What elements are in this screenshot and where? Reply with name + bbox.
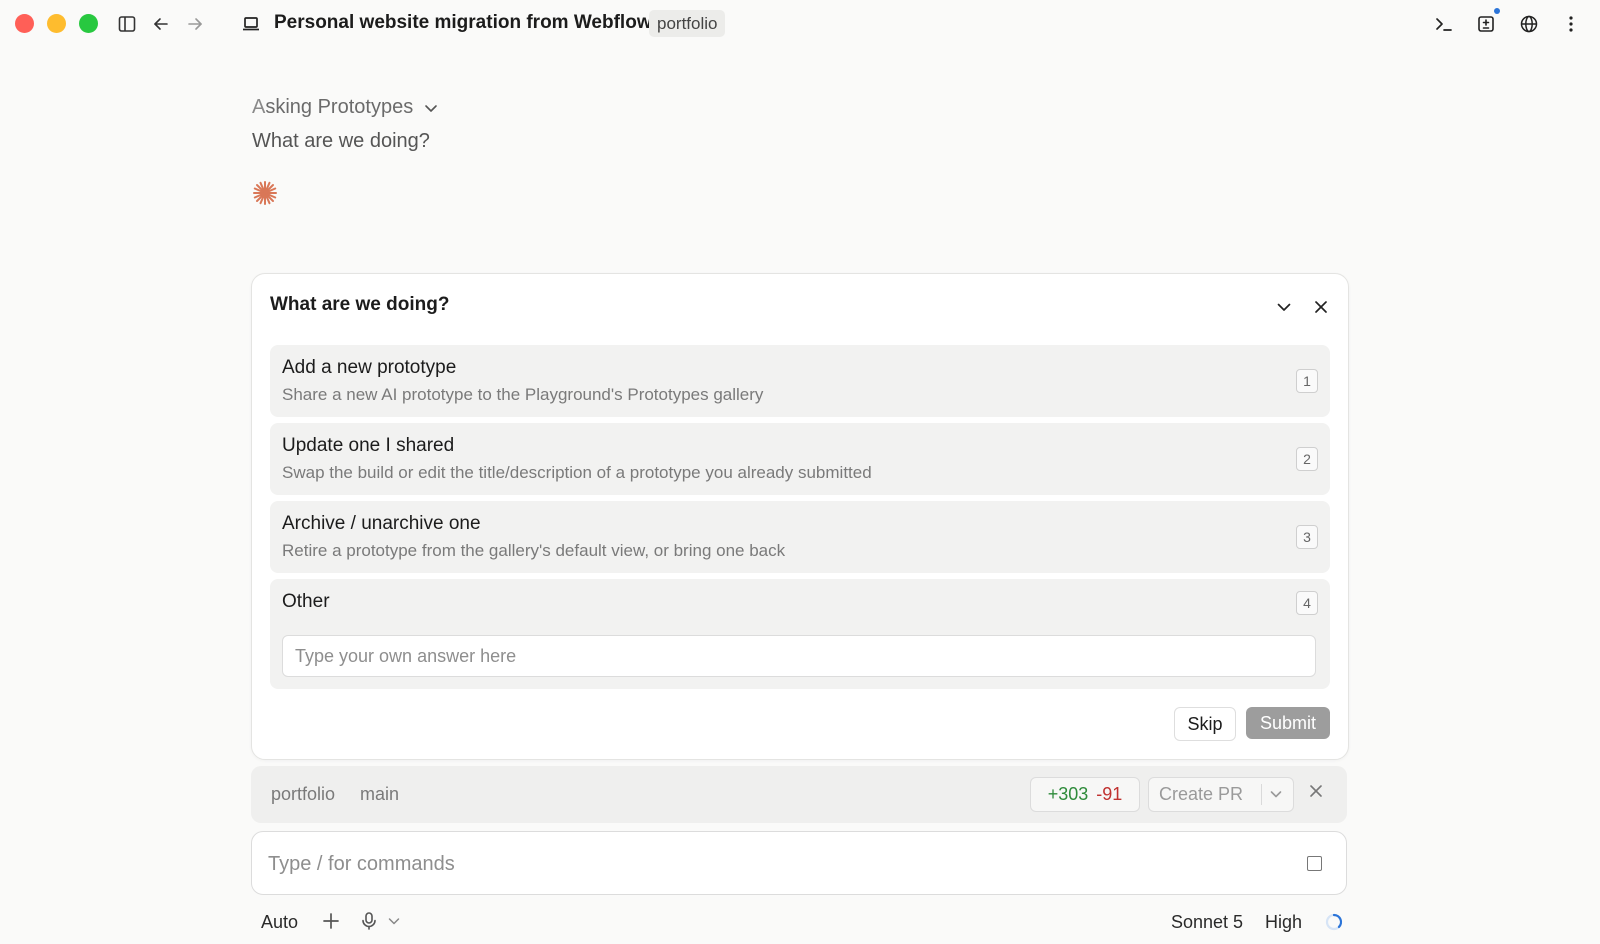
status-lead: A (252, 96, 266, 118)
command-input[interactable] (266, 846, 1270, 882)
option-label: Other (282, 591, 330, 612)
window-maximize-button[interactable] (79, 14, 98, 33)
stop-icon[interactable] (1307, 856, 1322, 871)
diff-panel-icon[interactable] (1473, 11, 1499, 37)
repo-name[interactable]: portfolio (271, 784, 335, 805)
effort-selector[interactable]: High (1265, 912, 1302, 933)
close-button[interactable] (1306, 292, 1336, 322)
title-bar: Personal website migration from Webflow … (0, 0, 1600, 48)
option-shortcut-key: 4 (1296, 591, 1318, 615)
sidebar-toggle-icon[interactable] (114, 11, 140, 37)
card-title: What are we doing? (270, 294, 450, 315)
notification-dot (1494, 8, 1500, 14)
composer (251, 831, 1347, 895)
create-pr-button[interactable]: Create PR (1148, 777, 1294, 812)
branch-name[interactable]: main (360, 784, 399, 805)
chevron-down-icon (1277, 303, 1291, 311)
laptop-icon (238, 11, 264, 37)
option-other[interactable]: Other 4 (270, 579, 1330, 689)
mode-selector[interactable]: Auto (261, 912, 298, 933)
chevron-down-icon[interactable] (386, 913, 402, 934)
deletions-count: -91 (1096, 784, 1123, 804)
status-label: sking Prototypes (265, 96, 414, 118)
globe-icon[interactable] (1516, 11, 1542, 37)
window-minimize-button[interactable] (47, 14, 66, 33)
diff-stats[interactable]: +303 -91 (1030, 777, 1140, 812)
loading-spinner-icon (1323, 911, 1345, 938)
forward-arrow-icon[interactable] (182, 11, 208, 37)
option-update-shared[interactable]: Update one I shared Swap the build or ed… (270, 423, 1330, 495)
submit-button[interactable]: Submit (1246, 707, 1330, 739)
repo-badge[interactable]: portfolio (649, 10, 726, 37)
option-label: Update one I shared (282, 435, 455, 456)
terminal-icon[interactable] (1431, 11, 1457, 37)
chevron-down-icon (424, 104, 437, 112)
more-vertical-icon[interactable] (1558, 11, 1584, 37)
plus-icon[interactable] (320, 910, 342, 937)
chevron-down-icon[interactable] (1267, 785, 1285, 808)
divider (1261, 784, 1262, 805)
option-label: Archive / unarchive one (282, 513, 481, 534)
additions-count: +303 (1047, 784, 1089, 804)
back-arrow-icon[interactable] (148, 11, 174, 37)
microphone-icon[interactable] (358, 910, 380, 937)
skip-button[interactable]: Skip (1174, 707, 1236, 741)
option-shortcut-key: 2 (1296, 447, 1318, 471)
option-label: Add a new prototype (282, 357, 457, 378)
other-answer-input[interactable] (282, 635, 1316, 677)
option-description: Retire a prototype from the gallery's de… (282, 541, 786, 560)
option-description: Share a new AI prototype to the Playgrou… (282, 385, 764, 404)
close-icon[interactable] (1305, 780, 1327, 807)
option-shortcut-key: 3 (1296, 525, 1318, 549)
option-archive[interactable]: Archive / unarchive one Retire a prototy… (270, 501, 1330, 573)
question-card: What are we doing? Add a new prototype S… (251, 273, 1349, 760)
status-dropdown[interactable]: Asking Prototypes (252, 96, 439, 119)
window-title: Personal website migration from Webflow (274, 12, 652, 33)
close-icon (1315, 301, 1327, 313)
create-pr-label: Create PR (1159, 784, 1244, 804)
spark-icon (252, 180, 278, 211)
model-selector[interactable]: Sonnet 5 (1171, 912, 1243, 933)
collapse-button[interactable] (1269, 292, 1299, 322)
question-text: What are we doing? (252, 130, 430, 152)
option-add-prototype[interactable]: Add a new prototype Share a new AI proto… (270, 345, 1330, 417)
option-description: Swap the build or edit the title/descrip… (282, 463, 872, 482)
option-shortcut-key: 1 (1296, 369, 1318, 393)
branch-bar: portfolio main +303 -91 Create PR (251, 766, 1347, 823)
window-close-button[interactable] (15, 14, 34, 33)
